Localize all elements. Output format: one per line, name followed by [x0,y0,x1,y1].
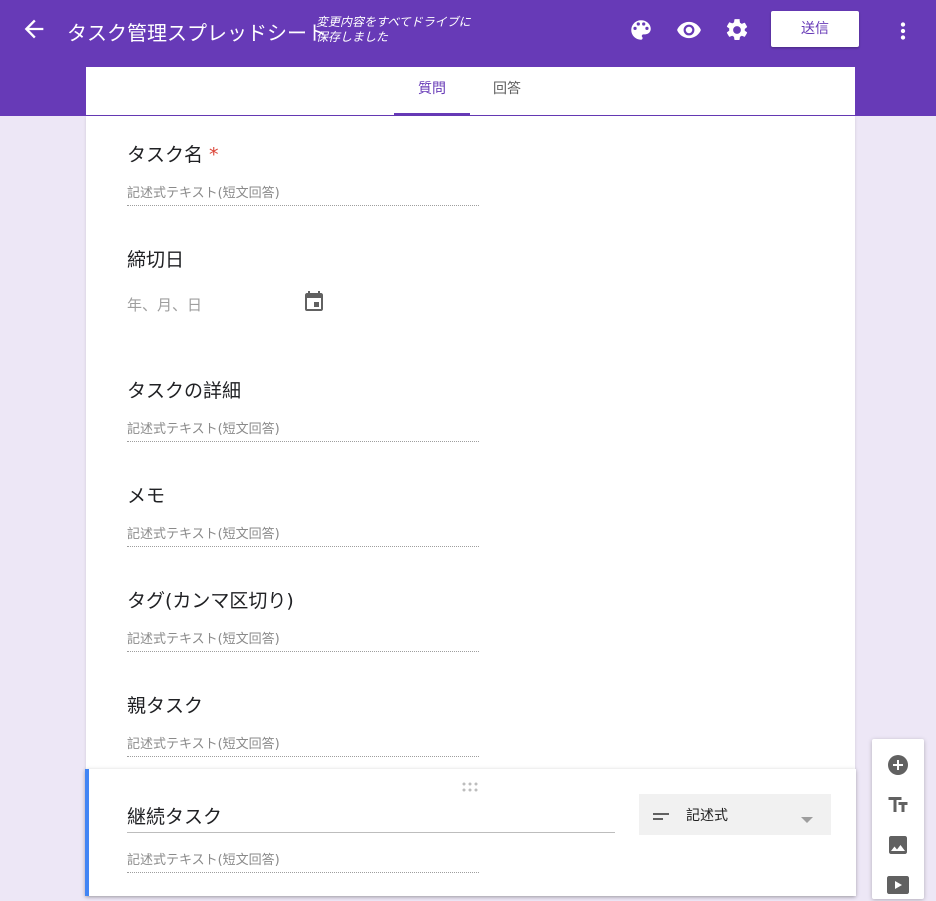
short-answer-field: 記述式テキスト(短文回答) [127,734,479,757]
form-title[interactable]: タスク管理スプレッドシート [67,17,327,46]
question-title[interactable]: メモ [127,481,165,508]
palette-icon[interactable] [628,17,654,43]
short-answer-field: 記述式テキスト(短文回答) [127,850,479,873]
question-title[interactable]: 締切日 [127,245,184,272]
required-mark: * [209,144,219,166]
short-answer-field: 記述式テキスト(短文回答) [127,419,479,442]
question-title[interactable]: タスク名 * [127,140,219,167]
video-icon[interactable] [886,873,910,897]
add-question-icon[interactable] [886,753,910,777]
save-status: 変更内容をすべてドライブに保存しました [316,15,471,44]
gear-icon[interactable] [724,17,750,43]
short-answer-field: 記述式テキスト(短文回答) [127,183,479,206]
short-answer-field: 記述式テキスト(短文回答) [127,524,479,547]
more-vert-icon[interactable] [890,18,916,44]
image-icon[interactable] [886,833,910,857]
active-question-card[interactable]: 継続タスク 記述式 記述式テキスト(短文回答) [85,769,856,896]
date-field: 年、月、日 [127,296,203,314]
question-title[interactable]: タスクの詳細 [127,376,241,403]
short-answer-field: 記述式テキスト(短文回答) [127,629,479,652]
send-button[interactable]: 送信 [771,11,859,47]
dropdown-arrow-icon [800,810,814,823]
drag-handle-icon[interactable] [462,777,478,792]
question-title-input[interactable]: 継続タスク [127,805,615,833]
question-type-select[interactable]: 記述式 [639,794,831,835]
eye-icon[interactable] [676,17,702,43]
question-title[interactable]: タグ(カンマ区切り) [127,586,294,613]
tab-bar: 質問 回答 [86,67,855,115]
question-type-label: 記述式 [686,808,728,824]
tab-responses[interactable]: 回答 [476,67,538,115]
side-toolbar [872,739,924,899]
question-title-text: タスク名 [127,144,204,166]
title-text-icon[interactable] [886,793,910,817]
back-arrow-icon[interactable] [20,15,48,43]
calendar-icon [302,290,326,314]
question-title[interactable]: 親タスク [127,691,203,718]
short-answer-icon [653,808,671,820]
tab-questions[interactable]: 質問 [394,67,470,115]
active-indicator [85,769,89,896]
